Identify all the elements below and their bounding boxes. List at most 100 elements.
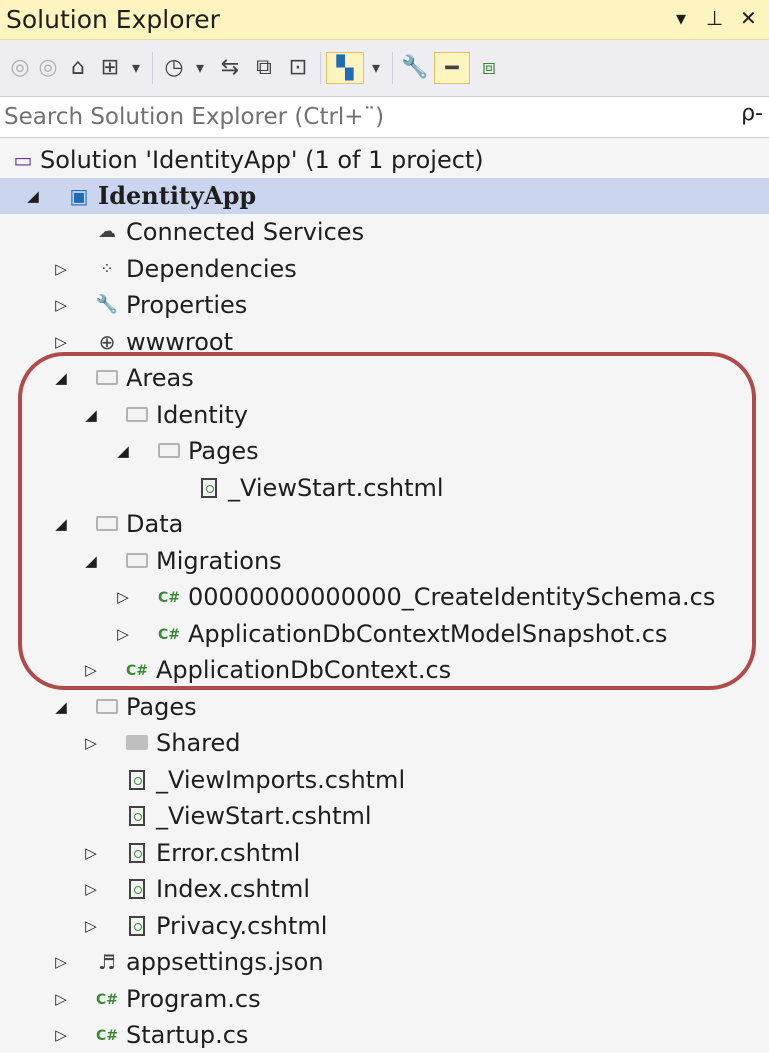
expand-arrow-icon[interactable]: ▷ [82, 908, 100, 944]
tree-node-label: Pages [188, 437, 259, 465]
search-bar: ρ‐ [0, 96, 769, 138]
tree-row[interactable]: ▷ Index.cshtml [0, 871, 769, 907]
expand-arrow-icon[interactable]: ▷ [82, 652, 100, 688]
toolbar-separator [152, 52, 153, 84]
toolbar-separator [392, 52, 393, 84]
tree-row[interactable]: _ViewImports.cshtml [0, 762, 769, 798]
home-icon[interactable]: ⌂ [62, 52, 94, 84]
json-file-icon: ♬ [98, 950, 116, 974]
tree-node-label: Privacy.cshtml [156, 912, 328, 940]
tree-row[interactable]: ▷ Shared [0, 725, 769, 761]
class-view-icon[interactable]: ⧈ [472, 52, 506, 84]
expand-arrow-icon[interactable]: ▷ [82, 835, 100, 871]
expand-arrow-icon[interactable]: ▷ [52, 944, 70, 980]
switch-views-icon[interactable]: ⊞ [94, 52, 126, 84]
tree-node-label: Properties [126, 291, 248, 319]
tool-window-titlebar: Solution Explorer ▾ ⊥ ✕ [0, 0, 769, 40]
pending-changes-icon[interactable]: ◷ [158, 52, 190, 84]
expand-arrow-icon[interactable]: ▷ [52, 287, 70, 323]
tree-row[interactable]: ▷ C# Program.cs [0, 981, 769, 1017]
tree-node-label: IdentityApp [98, 181, 257, 210]
globe-icon: ⊕ [98, 330, 116, 354]
tree-row[interactable]: ☁ Connected Services [0, 214, 769, 250]
tree-row[interactable]: ◢ Areas [0, 360, 769, 396]
collapse-arrow-icon[interactable]: ◢ [52, 360, 70, 396]
collapse-arrow-icon[interactable]: ◢ [114, 433, 132, 469]
dependencies-icon: ⁘ [100, 259, 114, 278]
razor-file-icon [124, 767, 150, 793]
auto-hide-pin-icon[interactable]: ⊥ [706, 6, 723, 30]
window-position-dropdown-icon[interactable]: ▾ [676, 6, 686, 30]
tree-node-label: Areas [126, 364, 194, 392]
expand-arrow-icon[interactable]: ▷ [52, 251, 70, 287]
expand-arrow-icon[interactable]: ▷ [52, 1017, 70, 1053]
razor-file-icon [124, 913, 150, 939]
web-project-icon: ▣ [69, 184, 89, 208]
collapse-arrow-icon[interactable]: ◢ [82, 397, 100, 433]
preview-selected-items-icon[interactable]: ▚ [326, 52, 364, 84]
expand-arrow-icon[interactable]: ▷ [82, 725, 100, 761]
tree-node-label: Migrations [156, 547, 282, 575]
connected-services-icon: ☁ [98, 221, 116, 242]
pending-changes-dropdown-icon[interactable]: ▾ [190, 52, 210, 84]
show-all-files-icon[interactable]: ⊡ [282, 52, 314, 84]
expand-arrow-icon[interactable]: ▷ [82, 871, 100, 907]
collapse-arrow-icon[interactable]: ◢ [24, 178, 42, 214]
razor-file-icon [124, 803, 150, 829]
tree-row[interactable]: ▷ C# ApplicationDbContext.cs [0, 652, 769, 688]
expand-arrow-icon[interactable]: ▷ [52, 324, 70, 360]
solution-explorer-toolbar: ◎ ◎ ⌂ ⊞ ▾ ◷ ▾ ⇆ ⧉ ⊡ ▚ ▾ 🔧 ━ ⧈ [0, 40, 769, 96]
tree-node-label: Identity [156, 401, 248, 429]
tree-row[interactable]: ▭ Solution 'IdentityApp' (1 of 1 project) [0, 142, 769, 178]
close-icon[interactable]: ✕ [740, 6, 757, 30]
folder-open-icon [94, 511, 120, 537]
expand-arrow-icon[interactable]: ▷ [52, 981, 70, 1017]
tree-row[interactable]: ▷ Error.cshtml [0, 835, 769, 871]
pin-active-icon[interactable]: ━ [434, 52, 470, 84]
collapse-all-icon[interactable]: ⧉ [248, 52, 280, 84]
tree-node-label: appsettings.json [126, 948, 324, 976]
tree-row[interactable]: ◢ Pages [0, 433, 769, 469]
tree-row[interactable]: ◢ Data [0, 506, 769, 542]
tree-row[interactable]: ◢ ▣ IdentityApp [0, 178, 769, 214]
back-icon[interactable]: ◎ [6, 52, 34, 84]
tree-row[interactable]: ▷ ⊕ wwwroot [0, 324, 769, 360]
tree-node-label: Solution 'IdentityApp' (1 of 1 project) [40, 146, 484, 174]
tree-row[interactable]: ◢ Identity [0, 397, 769, 433]
tree-row[interactable]: _ViewStart.cshtml [0, 470, 769, 506]
tree-node-label: Index.cshtml [156, 875, 311, 903]
tree-row[interactable]: ▷ ⁘ Dependencies [0, 251, 769, 287]
tree-row[interactable]: ▷ C# Startup.cs [0, 1017, 769, 1053]
tree-node-label: Dependencies [126, 255, 297, 283]
expand-arrow-icon[interactable]: ▷ [114, 616, 132, 652]
tree-row[interactable]: ▷ C# 00000000000000_CreateIdentitySchema.c… [0, 579, 769, 615]
properties-wrench-icon[interactable]: 🔧 [398, 52, 432, 84]
folder-open-icon [94, 365, 120, 391]
collapse-arrow-icon[interactable]: ◢ [52, 689, 70, 725]
tree-row[interactable]: ▷ C# ApplicationDbContextModelSnapshot.cs [0, 616, 769, 652]
collapse-arrow-icon[interactable]: ◢ [82, 543, 100, 579]
toolbar-separator [320, 52, 321, 84]
tree-row[interactable]: ◢ Migrations [0, 543, 769, 579]
forward-icon[interactable]: ◎ [34, 52, 62, 84]
tree-row[interactable]: _ViewStart.cshtml [0, 798, 769, 834]
tree-node-label: _ViewImports.cshtml [156, 766, 406, 794]
sync-with-document-icon[interactable]: ⇆ [214, 52, 246, 84]
search-input[interactable] [4, 100, 704, 134]
tree-row[interactable]: ▷ Privacy.cshtml [0, 908, 769, 944]
tree-row[interactable]: ▷ 🔧 Properties [0, 287, 769, 323]
collapse-arrow-icon[interactable]: ◢ [52, 506, 70, 542]
tree-row[interactable]: ◢ Pages [0, 689, 769, 725]
tree-node-label: _ViewStart.cshtml [156, 802, 372, 830]
search-icon[interactable]: ρ‐ [741, 101, 763, 126]
razor-file-icon [124, 876, 150, 902]
expand-arrow-icon[interactable]: ▷ [114, 579, 132, 615]
wrench-icon: 🔧 [95, 294, 119, 315]
tree-node-label: ApplicationDbContextModelSnapshot.cs [188, 620, 668, 648]
preview-dropdown-icon[interactable]: ▾ [366, 52, 386, 84]
tree-node-label: _ViewStart.cshtml [228, 474, 444, 502]
switch-views-dropdown-icon[interactable]: ▾ [126, 52, 146, 84]
razor-file-icon [196, 475, 222, 501]
tree-row[interactable]: ▷ ♬ appsettings.json [0, 944, 769, 980]
